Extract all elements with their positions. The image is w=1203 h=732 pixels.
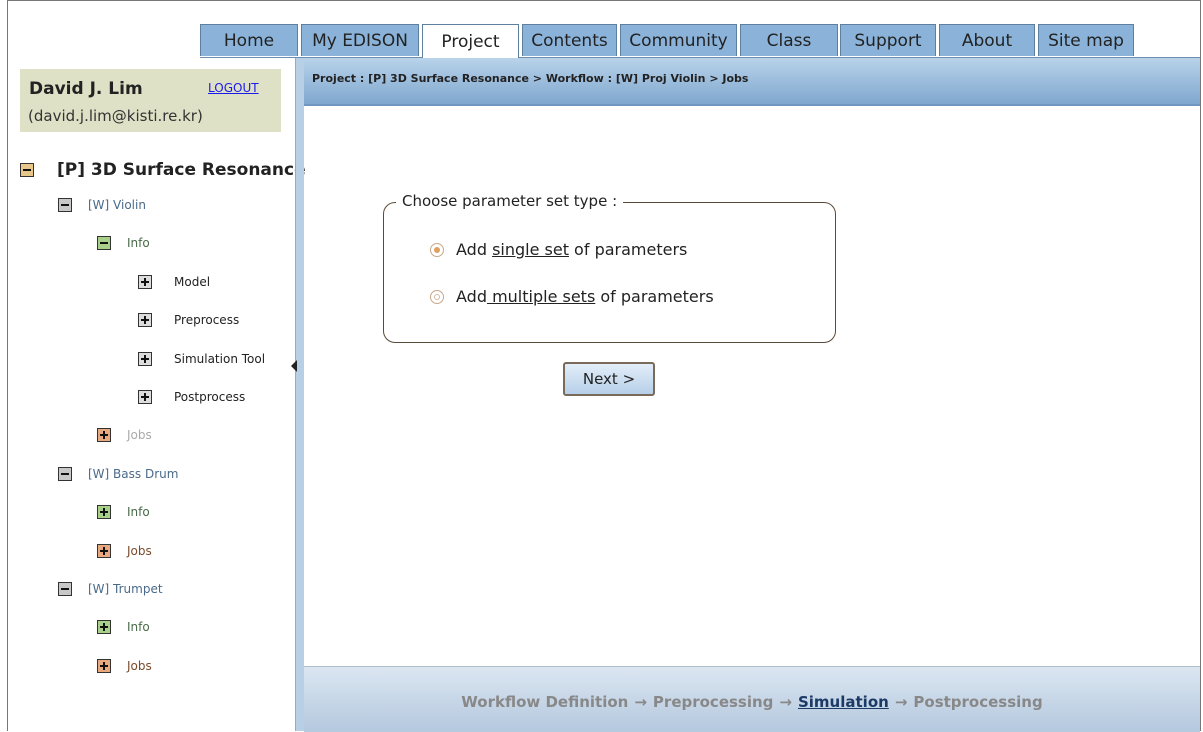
sidebar-splitter[interactable] <box>291 58 304 731</box>
tree-item-label: Jobs <box>127 544 152 558</box>
tree-project-label: [P] 3D Surface Resonance <box>57 160 306 180</box>
option-text: Add single set of parameters <box>456 240 687 259</box>
arrow-right-icon: → <box>894 693 908 711</box>
tab-label: Site map <box>1048 30 1124 51</box>
option-single-set[interactable]: Add single set of parameters <box>430 240 687 259</box>
workflow-step: Postprocessing <box>913 693 1043 711</box>
next-button[interactable]: Next > <box>563 362 655 396</box>
tab-contents[interactable]: Contents <box>522 24 617 56</box>
parameter-set-group: Choose parameter set type : Add single s… <box>383 192 836 343</box>
tree-item-label: [W] Violin <box>88 198 146 212</box>
tree-item[interactable]: Preprocess <box>138 313 239 327</box>
tab-label: Home <box>223 30 275 51</box>
tree-item-label: Simulation Tool <box>174 352 266 366</box>
tree-item[interactable]: Simulation Tool <box>138 352 265 366</box>
expand-icon[interactable] <box>138 313 152 327</box>
option-suffix: of parameters <box>595 287 714 306</box>
option-text: Add multiple sets of parameters <box>456 287 714 306</box>
expand-icon[interactable] <box>97 544 111 558</box>
arrow-right-icon: → <box>634 693 647 711</box>
workflow-steps: Workflow Definition → Preprocessing → Simula… <box>304 693 1200 711</box>
expand-icon[interactable] <box>97 620 111 634</box>
tree-item[interactable]: Jobs <box>97 659 152 673</box>
option-multiple-sets[interactable]: Add multiple sets of parameters <box>430 287 714 306</box>
workflow-steps-bar: Workflow Definition → Preprocessing → Simula… <box>304 666 1200 732</box>
collapse-arrow-icon[interactable] <box>291 360 297 372</box>
workflow-step: Simulation <box>797 693 889 711</box>
expand-icon[interactable] <box>97 505 111 519</box>
option-prefix: Add <box>456 287 487 306</box>
tree-item[interactable]: Info <box>97 236 150 250</box>
workflow-step: Preprocessing <box>652 693 774 711</box>
breadcrumb: Project : [P] 3D Surface Resonance > Wor… <box>312 72 749 85</box>
collapse-icon[interactable] <box>58 582 72 596</box>
tab-my-edison[interactable]: My EDISON <box>301 24 419 56</box>
expand-icon[interactable] <box>97 428 111 442</box>
top-nav: Home My EDISON Project Contents Communit… <box>200 24 1200 58</box>
tree-item[interactable]: [W] Bass Drum <box>58 467 178 481</box>
tree-item[interactable]: Jobs <box>97 428 152 442</box>
parameter-set-legend: Choose parameter set type : <box>396 192 624 210</box>
tree-item[interactable]: [W] Violin <box>58 198 146 212</box>
tree-item-label: Jobs <box>127 428 152 442</box>
tree-item-label: Preprocess <box>174 313 240 327</box>
tab-about[interactable]: About <box>939 24 1035 56</box>
breadcrumb-bar: Project : [P] 3D Surface Resonance > Wor… <box>304 58 1200 106</box>
tree-item[interactable]: Postprocess <box>138 390 245 404</box>
tab-home[interactable]: Home <box>200 24 298 56</box>
logout-link[interactable]: LOGOUT <box>208 81 259 95</box>
radio-single-set[interactable] <box>430 242 444 257</box>
tab-label: Project <box>441 31 500 52</box>
tree-item-label: Model <box>174 275 211 289</box>
tree-project[interactable]: [P] 3D Surface Resonance <box>20 160 306 180</box>
expand-icon[interactable] <box>138 390 152 404</box>
option-prefix: Add <box>456 240 493 259</box>
tab-label: Contents <box>531 30 608 51</box>
tab-label: About <box>961 30 1013 51</box>
tree-item[interactable]: Info <box>97 620 150 634</box>
option-link: single set <box>492 240 569 259</box>
tree-item[interactable]: Jobs <box>97 544 152 558</box>
user-info-box: David J. Lim LOGOUT (david.j.lim@kisti.r… <box>20 69 281 132</box>
collapse-icon[interactable] <box>97 236 111 250</box>
tab-label: Support <box>854 30 922 51</box>
option-link: multiple sets <box>486 287 596 306</box>
tree-item[interactable]: [W] Trumpet <box>58 582 163 596</box>
tab-community[interactable]: Community <box>620 24 737 56</box>
tree-item-label: Postprocess <box>174 390 246 404</box>
tab-class[interactable]: Class <box>740 24 838 56</box>
collapse-icon[interactable] <box>58 198 72 212</box>
tree-item-label: [W] Trumpet <box>88 582 163 596</box>
expand-icon[interactable] <box>97 659 111 673</box>
tab-label: Class <box>766 30 812 51</box>
tree-item[interactable]: Model <box>138 275 210 289</box>
arrow-right-icon: → <box>779 693 792 711</box>
collapse-icon[interactable] <box>20 163 34 177</box>
tree-item-label: [W] Bass Drum <box>88 467 179 481</box>
tab-project[interactable]: Project <box>422 24 519 58</box>
tree-item-label: Info <box>127 505 150 519</box>
radio-multiple-sets[interactable] <box>430 289 444 304</box>
tree-item-label: Info <box>127 620 150 634</box>
workflow-step: Workflow Definition <box>461 693 629 711</box>
tree-item-label: Info <box>127 236 150 250</box>
tab-site-map[interactable]: Site map <box>1038 24 1134 56</box>
tree-item[interactable]: Info <box>97 505 150 519</box>
user-email: (david.j.lim@kisti.re.kr) <box>28 107 203 125</box>
tab-label: My EDISON <box>312 30 408 51</box>
collapse-icon[interactable] <box>58 467 72 481</box>
expand-icon[interactable] <box>138 275 152 289</box>
user-name: David J. Lim <box>29 79 143 99</box>
tab-support[interactable]: Support <box>840 24 936 56</box>
option-suffix: of parameters <box>568 240 688 259</box>
tab-label: Community <box>629 30 728 51</box>
tree-item-label: Jobs <box>127 659 152 673</box>
expand-icon[interactable] <box>138 352 152 366</box>
